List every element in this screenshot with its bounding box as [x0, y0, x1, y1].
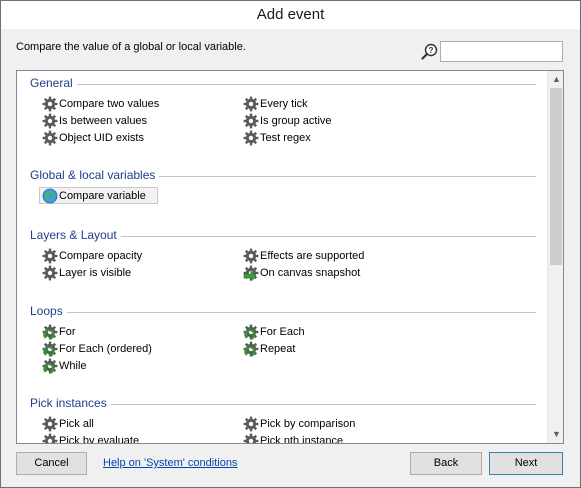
condition-item-label: Object UID exists: [59, 132, 144, 144]
gear-loop-icon: [42, 341, 58, 357]
condition-item-while[interactable]: While: [42, 358, 87, 375]
magnifier-help-icon: ?: [421, 43, 438, 60]
dialog-title: Add event: [1, 1, 580, 29]
add-event-dialog: Add event Compare the value of a global …: [0, 0, 581, 488]
condition-item-for[interactable]: For: [42, 324, 76, 341]
gear-icon: [42, 433, 58, 443]
gear-icon: [243, 130, 259, 146]
condition-item-label: Pick nth instance: [260, 435, 344, 444]
gear-icon: [42, 416, 58, 432]
gear-icon: [42, 248, 58, 264]
condition-item-compare-two-values[interactable]: Compare two values: [42, 96, 159, 113]
gear-loop-icon: [243, 324, 259, 340]
gear-icon: [243, 248, 259, 264]
category-title-layers-layout: Layers & Layout: [30, 228, 117, 242]
category-divider: [120, 236, 536, 237]
condition-item-label: Is between values: [59, 115, 148, 127]
category-title-loops: Loops: [30, 304, 63, 318]
globe-icon: [42, 188, 58, 204]
condition-item-label: Every tick: [260, 98, 308, 110]
gear-trigger-icon: [243, 265, 259, 281]
condition-item-label: Test regex: [260, 132, 311, 144]
condition-item-is-between-values[interactable]: Is between values: [42, 113, 147, 130]
condition-item-pick-by-comparison[interactable]: Pick by comparison: [243, 416, 355, 433]
condition-item-label: Compare variable: [59, 190, 146, 202]
category-divider: [76, 84, 536, 85]
svg-text:?: ?: [429, 46, 434, 55]
category-divider: [110, 404, 536, 405]
condition-item-label: For: [59, 326, 76, 338]
condition-list: General Compare two values Every tick Is be…: [16, 70, 564, 444]
scrollbar-thumb[interactable]: [550, 88, 562, 265]
condition-item-label: Effects are supported: [260, 250, 365, 262]
category-divider: [66, 312, 536, 313]
condition-item-effects-are-supported[interactable]: Effects are supported: [243, 248, 364, 265]
condition-item-label: Repeat: [260, 343, 296, 355]
gear-icon: [243, 96, 259, 112]
scroll-up-arrow-icon[interactable]: ▲: [548, 71, 563, 88]
condition-item-layer-is-visible[interactable]: Layer is visible: [42, 265, 131, 282]
gear-icon: [42, 265, 58, 281]
condition-item-every-tick[interactable]: Every tick: [243, 96, 308, 113]
gear-loop-icon: [243, 341, 259, 357]
gear-icon: [42, 96, 58, 112]
gear-loop-icon: [42, 358, 58, 374]
condition-item-pick-nth-instance[interactable]: Pick nth instance: [243, 433, 343, 443]
condition-description: Compare the value of a global or local v…: [16, 41, 246, 53]
condition-item-label: Pick by evaluate: [59, 435, 140, 444]
condition-item-repeat[interactable]: Repeat: [243, 341, 295, 358]
dialog-header: Compare the value of a global or local v…: [1, 29, 580, 69]
category-title-pick-instances: Pick instances: [30, 396, 107, 410]
condition-item-test-regex[interactable]: Test regex: [243, 130, 311, 147]
category-title-global-local-variables: Global & local variables: [30, 168, 156, 182]
condition-item-label: On canvas snapshot: [260, 267, 361, 279]
condition-item-compare-opacity[interactable]: Compare opacity: [42, 248, 142, 265]
condition-item-label: Layer is visible: [59, 267, 132, 279]
condition-list-content: General Compare two values Every tick Is be…: [17, 71, 547, 443]
condition-item-is-group-active[interactable]: Is group active: [243, 113, 332, 130]
condition-item-label: Pick all: [59, 418, 94, 430]
help-link[interactable]: Help on 'System' conditions: [103, 457, 237, 469]
condition-item-pick-by-evaluate[interactable]: Pick by evaluate: [42, 433, 139, 443]
condition-item-label: Compare opacity: [59, 250, 143, 262]
condition-item-for-each[interactable]: For Each: [243, 324, 305, 341]
condition-item-label: For Each: [260, 326, 305, 338]
condition-item-compare-variable[interactable]: Compare variable: [39, 187, 158, 204]
condition-item-label: Is group active: [260, 115, 332, 127]
gear-loop-icon: [42, 324, 58, 340]
condition-item-for-each-ordered[interactable]: For Each (ordered): [42, 341, 152, 358]
gear-icon: [243, 113, 259, 129]
back-button[interactable]: Back: [410, 452, 482, 475]
search-input[interactable]: [440, 41, 563, 62]
scroll-down-arrow-icon[interactable]: ▼: [548, 426, 563, 443]
category-title-general: General: [30, 76, 73, 90]
cancel-button[interactable]: Cancel: [16, 452, 87, 475]
condition-item-object-uid-exists[interactable]: Object UID exists: [42, 130, 144, 147]
category-divider: [159, 176, 536, 177]
condition-item-label: For Each (ordered): [59, 343, 152, 355]
gear-icon: [42, 130, 58, 146]
condition-item-on-canvas-snapshot[interactable]: On canvas snapshot: [243, 265, 360, 282]
gear-icon: [243, 433, 259, 443]
gear-icon: [42, 113, 58, 129]
condition-item-label: Pick by comparison: [260, 418, 356, 430]
condition-item-label: While: [59, 360, 87, 372]
gear-icon: [243, 416, 259, 432]
condition-item-label: Compare two values: [59, 98, 160, 110]
vertical-scrollbar[interactable]: ▲ ▼: [547, 71, 563, 443]
next-button[interactable]: Next: [489, 452, 563, 475]
condition-item-pick-all[interactable]: Pick all: [42, 416, 94, 433]
